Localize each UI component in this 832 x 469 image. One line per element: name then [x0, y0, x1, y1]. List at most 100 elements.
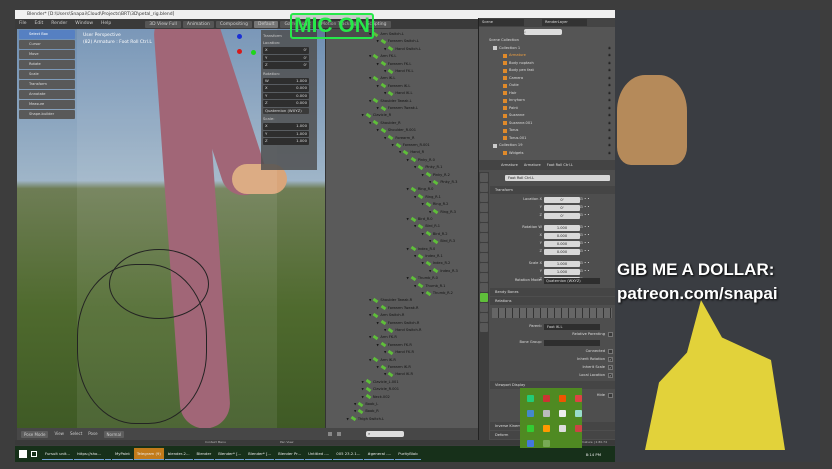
bone-group-field[interactable]: [544, 339, 600, 346]
expand-triangle-icon[interactable]: ▼: [377, 364, 379, 371]
field-value[interactable]: 1.000: [544, 268, 580, 275]
expand-triangle-icon[interactable]: ▼: [414, 283, 416, 290]
bone-row[interactable]: ▼ Index_R.2: [422, 260, 450, 267]
bone-row[interactable]: ▼ Hand IK.L: [384, 90, 412, 97]
expand-triangle-icon[interactable]: ▼: [422, 290, 424, 297]
expand-triangle-icon[interactable]: ▼: [399, 149, 401, 156]
expand-triangle-icon[interactable]: ▼: [362, 386, 364, 393]
bone-row[interactable]: ▼ Forearm Tweak.L: [377, 105, 418, 112]
field-value[interactable]: 0.000: [544, 240, 580, 247]
field-value[interactable]: 0': [544, 212, 580, 219]
breadcrumb-item[interactable]: Armature: [501, 160, 518, 170]
lock-icon[interactable]: ⊡ • •: [580, 196, 590, 203]
scene-selector[interactable]: Scene: [479, 18, 524, 27]
checkbox[interactable]: ✓: [608, 373, 613, 378]
expand-triangle-icon[interactable]: ▼: [422, 172, 424, 179]
tool-button[interactable]: Move: [19, 50, 75, 59]
properties-tab-icon[interactable]: [480, 193, 488, 202]
npanel-field[interactable]: X 0': [263, 47, 309, 54]
bone-row[interactable]: ▼ Forearm FK.R: [377, 342, 412, 349]
visibility-eye-icon[interactable]: ◉: [608, 60, 611, 68]
taskbar-app[interactable]: Untitled -...: [305, 448, 333, 460]
bone-row[interactable]: ▼ Shoulder Tweak.L: [369, 97, 412, 105]
bone-row[interactable]: ▼ Forearm IK.R: [377, 364, 411, 371]
field-value[interactable]: 1.000: [544, 260, 580, 267]
scene-item[interactable]: Armature ◉: [479, 52, 615, 60]
expand-triangle-icon[interactable]: ▼: [362, 394, 364, 401]
visibility-eye-icon[interactable]: ◉: [608, 112, 611, 120]
bone-row[interactable]: ▼ Index_R.3: [429, 268, 458, 275]
scene-item[interactable]: Outie ◉: [479, 82, 615, 90]
npanel-field[interactable]: Y 1.000: [263, 130, 309, 137]
tool-button[interactable]: Cursor: [19, 40, 75, 49]
bone-row[interactable]: ▼ Forearm Tweak.R: [377, 305, 419, 312]
expand-triangle-icon[interactable]: ▼: [429, 268, 431, 275]
bone-row[interactable]: ▼ Bird_R.2: [422, 231, 448, 238]
bone-row[interactable]: ▼ Arm FK.L: [369, 53, 396, 60]
bone-row[interactable]: ▼ Boob_L: [354, 401, 378, 408]
bone-row[interactable]: ▼ Arm IK.L: [369, 75, 395, 82]
lock-icon[interactable]: ⊡ • •: [580, 248, 590, 255]
properties-tab-icon[interactable]: [480, 263, 488, 272]
relations-section[interactable]: Relations: [490, 297, 615, 305]
bone-row[interactable]: ▼ Arm Switch.L: [369, 31, 404, 38]
3d-viewport[interactable]: Select Box Cursor Move Rotate Scale Transform…: [17, 29, 325, 428]
expand-triangle-icon[interactable]: ▼: [362, 112, 364, 119]
tray-app-icon[interactable]: [527, 440, 534, 447]
expand-triangle-icon[interactable]: ▼: [392, 142, 394, 149]
visibility-eye-icon[interactable]: ◉: [608, 67, 611, 75]
bone-row[interactable]: ▼ Shoulder_R: [369, 120, 401, 127]
bone-row[interactable]: ▼ Bird_R.0: [407, 216, 433, 223]
expand-triangle-icon[interactable]: ▼: [377, 38, 379, 45]
visibility-eye-icon[interactable]: ◉: [608, 75, 611, 83]
visibility-eye-icon[interactable]: ◉: [608, 82, 611, 90]
tray-app-icon[interactable]: [527, 395, 534, 402]
bone-row[interactable]: ▼ Boob_R: [354, 408, 379, 415]
expand-triangle-icon[interactable]: ▼: [377, 342, 379, 349]
lock-icon[interactable]: ⊡ • •: [580, 224, 590, 231]
tool-button[interactable]: Measure: [19, 100, 75, 109]
taskbar-app[interactable]: Telegram (9): [133, 448, 164, 460]
bone-row[interactable]: ▼ Thumb_R.2: [422, 290, 453, 297]
visibility-eye-icon[interactable]: ◉: [608, 135, 611, 143]
expand-triangle-icon[interactable]: ▼: [414, 253, 416, 260]
workspace-tab[interactable]: Animation: [182, 20, 214, 28]
tray-app-icon[interactable]: [559, 410, 566, 417]
tool-button[interactable]: Annotate: [19, 90, 75, 99]
gizmo-x-axis-icon[interactable]: [237, 49, 242, 54]
properties-tab-icon[interactable]: [480, 233, 488, 242]
npanel-field[interactable]: W 1.000: [263, 77, 309, 84]
taskbar-app[interactable]: https://sho...: [74, 448, 104, 460]
taskbar-app[interactable]: PurityBlob: [395, 448, 421, 460]
parent-field[interactable]: Foot IK.L: [544, 323, 600, 330]
tray-app-icon[interactable]: [575, 425, 582, 432]
bone-row[interactable]: ▼ Index_R.1: [414, 253, 443, 260]
expand-triangle-icon[interactable]: ▼: [354, 408, 356, 415]
field-value[interactable]: 0.000: [544, 232, 580, 239]
expand-triangle-icon[interactable]: ▼: [422, 260, 424, 267]
visibility-eye-icon[interactable]: ◉: [608, 97, 611, 105]
expand-triangle-icon[interactable]: ▼: [384, 327, 386, 334]
visibility-eye-icon[interactable]: ◉: [608, 150, 611, 158]
workspace-tab[interactable]: Compositing: [215, 20, 253, 28]
npanel-field[interactable]: Y 0': [263, 54, 309, 61]
orientation-dropdown[interactable]: Normal: [103, 430, 125, 438]
expand-triangle-icon[interactable]: ▼: [369, 334, 371, 341]
tool-button[interactable]: Rotate: [19, 60, 75, 69]
expand-triangle-icon[interactable]: ▼: [429, 238, 431, 245]
windows-start-icon[interactable]: [19, 450, 27, 458]
bone-row[interactable]: ▼ Arm FK.R: [369, 334, 397, 341]
visibility-eye-icon[interactable]: ◉: [608, 52, 611, 60]
visibility-eye-icon[interactable]: ◉: [608, 105, 611, 113]
bone-row[interactable]: ▼ Ring_R.0: [407, 186, 433, 193]
bone-row[interactable]: ▼ Neck.002: [362, 393, 390, 401]
npanel-field[interactable]: Y 0.000: [263, 92, 309, 99]
taskbar-app[interactable]: MyPaint: [111, 448, 133, 460]
checkbox[interactable]: [608, 349, 613, 354]
scene-item[interactable]: Torus.001 ◉: [479, 135, 615, 143]
npanel-field[interactable]: X 1.000: [263, 123, 309, 130]
bone-row[interactable]: ▼ Forearm Switch.R: [377, 319, 419, 327]
lock-icon[interactable]: ⊡ • •: [580, 268, 590, 275]
bone-row[interactable]: ▼ Ring_R.2: [422, 201, 448, 208]
expand-triangle-icon[interactable]: ▼: [407, 275, 409, 282]
